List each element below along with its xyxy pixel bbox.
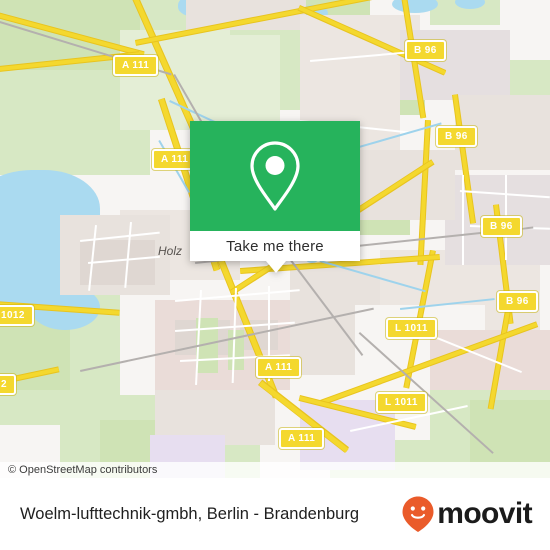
popup-footer[interactable]: Take me there <box>190 231 360 261</box>
footer-bar: Woelm-lufttechnik-gmbh, Berlin - Branden… <box>0 478 550 550</box>
road-shield-l1011-east: L 1011 <box>386 318 437 339</box>
popup-tail <box>266 261 286 273</box>
moovit-smiling-pin-icon <box>402 496 434 532</box>
road-shield-b96-east: B 96 <box>481 216 522 237</box>
moovit-logo[interactable]: moovit <box>401 495 533 533</box>
road-shield-l1011-south: L 1011 <box>376 392 427 413</box>
location-title: Woelm-lufttechnik-gmbh, Berlin - Branden… <box>20 504 360 523</box>
road-shield-l1012-west: 1012 <box>0 305 34 326</box>
popup-header <box>190 121 360 231</box>
moovit-wordmark: moovit <box>437 497 532 530</box>
take-me-there-label: Take me there <box>226 237 324 255</box>
road-shield-b96-northeast: B 96 <box>436 126 477 147</box>
road-shield-a111-south: A 111 <box>256 357 302 378</box>
map-pin-icon <box>250 141 300 211</box>
moovit-map-screenshot: Holz A 111 A 111 A 111 A 111 B 96 B 96 B 96 B 9… <box>0 0 550 550</box>
road-shield-b96-southeast: B 96 <box>497 291 538 312</box>
map-attribution: © OpenStreetMap contributors <box>0 462 550 478</box>
map-canvas[interactable]: Holz A 111 A 111 A 111 A 111 B 96 B 96 B 96 B 9… <box>0 0 550 478</box>
road-shield-b96-north: B 96 <box>405 40 446 61</box>
location-popup-card[interactable]: Take me there <box>190 121 360 273</box>
road-shield-a111-north: A 111 <box>113 55 159 76</box>
road-shield-west-edge: 2 <box>0 374 16 395</box>
road-shield-a111-southwest: A 111 <box>279 428 325 449</box>
